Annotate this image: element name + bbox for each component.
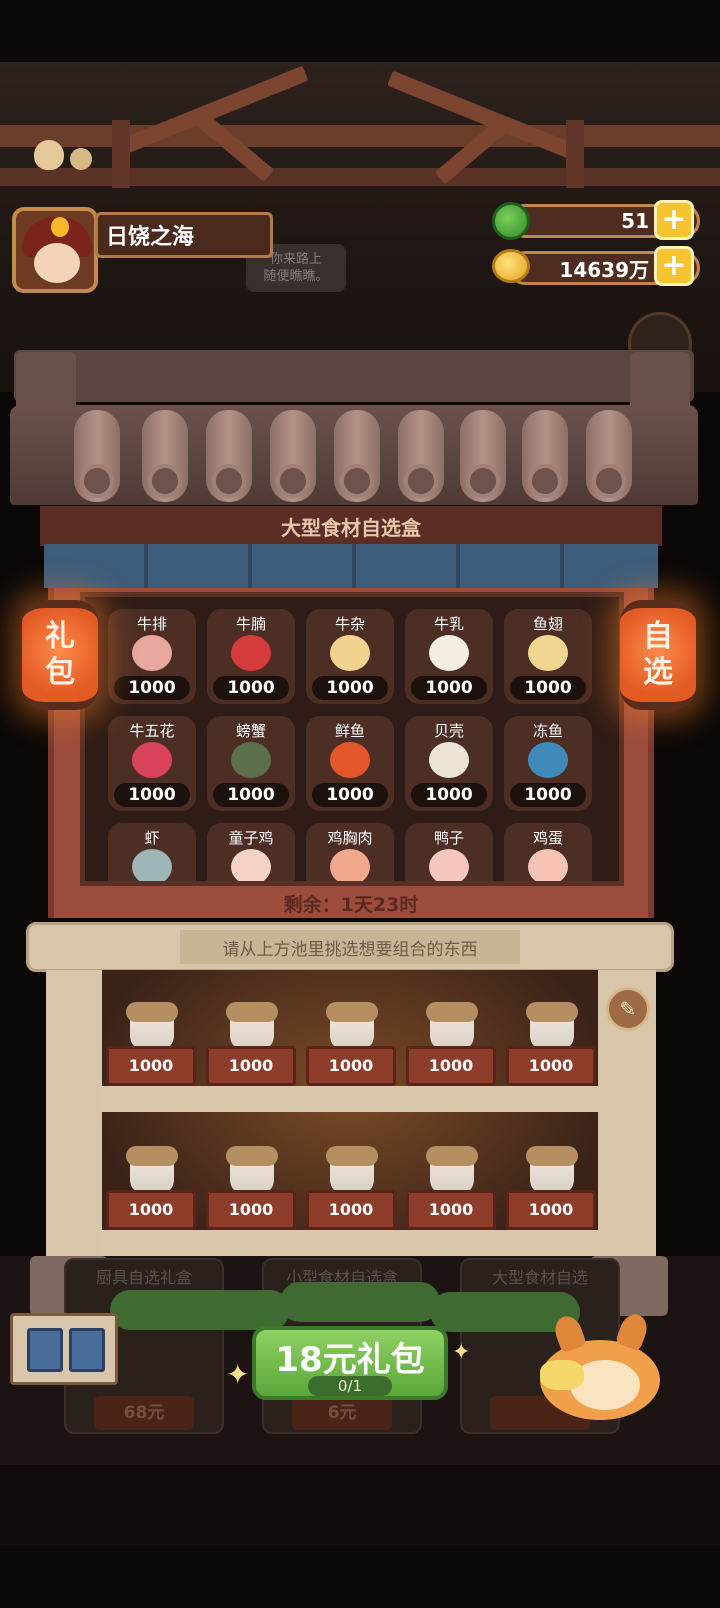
time-remaining: 剩余：1天23时 — [283, 894, 419, 916]
shell-icon — [429, 742, 469, 778]
selected-slot[interactable]: 1000 — [306, 1146, 396, 1230]
selected-slot[interactable]: 1000 — [306, 1002, 396, 1086]
recipe-slot-icon — [69, 1328, 105, 1372]
roof-tile — [334, 410, 380, 502]
clear-broom-button[interactable]: ✎ — [606, 987, 650, 1031]
selected-slot[interactable]: 1000 — [506, 1146, 596, 1230]
roof-tile — [142, 410, 188, 502]
brisket-icon — [231, 635, 271, 671]
broom-icon: ✎ — [619, 997, 637, 1021]
steak-icon — [132, 635, 172, 671]
pork-belly-icon — [132, 742, 172, 778]
roof-tile — [74, 410, 120, 502]
ingredient-item[interactable]: 牛五花 1000 — [108, 716, 196, 811]
sparkle-icon: ✦ — [452, 1340, 471, 1365]
shelf-plank — [100, 1086, 600, 1112]
fish-icon — [330, 742, 370, 778]
player-avatar[interactable] — [12, 207, 98, 293]
jade-icon — [492, 202, 530, 240]
ingredient-item[interactable]: 螃蟹 1000 — [207, 716, 295, 811]
flame-icon — [51, 217, 69, 237]
sparkle-icon: ✦ — [226, 1358, 250, 1391]
mini-item-panel[interactable] — [10, 1313, 118, 1385]
instruction-text: 请从上方池里挑选想要组合的东西 — [180, 930, 520, 964]
roof-beam — [0, 125, 720, 147]
milk-jar-icon — [429, 635, 469, 671]
selected-slot[interactable]: 1000 — [106, 1146, 196, 1230]
bush-decoration — [280, 1282, 440, 1322]
shrimp-icon — [132, 849, 172, 881]
selected-slot[interactable]: 1000 — [406, 1146, 496, 1230]
tripe-icon — [330, 635, 370, 671]
chicks-decoration — [30, 136, 105, 174]
crab-icon — [231, 742, 271, 778]
roof-tile — [460, 410, 506, 502]
selected-slot[interactable]: 1000 — [206, 1146, 296, 1230]
frozen-fish-icon — [528, 742, 568, 778]
roof-tile — [270, 410, 316, 502]
egg-icon — [528, 849, 568, 881]
shelf-frame-left — [46, 970, 102, 1260]
shark-fin-icon — [528, 635, 568, 671]
selected-slot[interactable]: 1000 — [206, 1002, 296, 1086]
coin-amount: 14639万 — [559, 257, 649, 282]
coin-icon — [492, 249, 530, 283]
spring-chicken-icon — [231, 849, 271, 881]
ingredient-item[interactable]: 牛腩 1000 — [207, 609, 295, 704]
roof-post — [112, 120, 130, 188]
ingredient-item[interactable]: 鸭子 1000 — [405, 823, 493, 881]
ingredient-item[interactable]: 牛杂 1000 — [306, 609, 394, 704]
box-title: 大型食材自选盒 — [40, 506, 662, 546]
ingredient-item[interactable]: 虾 1000 — [108, 823, 196, 881]
decor-strip — [44, 544, 658, 588]
add-coin-button[interactable]: + — [654, 246, 694, 286]
roof-ridge — [14, 350, 694, 402]
ingredient-item[interactable]: 牛乳 1000 — [405, 609, 493, 704]
gift-pack-title: 18元礼包 — [275, 1340, 425, 1380]
chicken-breast-icon — [330, 849, 370, 881]
ingredient-pool[interactable]: 牛排 1000 牛腩 1000 牛杂 1000 牛乳 1000 鱼翅 1000 … — [80, 592, 624, 886]
add-jade-button[interactable]: + — [654, 200, 694, 240]
roof-tile — [522, 410, 568, 502]
duck-icon — [429, 849, 469, 881]
roof-post — [566, 120, 584, 188]
self-select-lantern-button[interactable]: 自 选 — [620, 600, 696, 710]
gift-pack-progress: 0/1 — [308, 1376, 392, 1396]
ingredient-item[interactable]: 贝壳 1000 — [405, 716, 493, 811]
bottom-floor — [0, 1465, 720, 1545]
ingredient-item[interactable]: 童子鸡 1000 — [207, 823, 295, 881]
ingredient-item[interactable]: 鲜鱼 1000 — [306, 716, 394, 811]
shelf-plank — [100, 1230, 600, 1256]
ingredient-item[interactable]: 牛排 1000 — [108, 609, 196, 704]
roof-tile — [586, 410, 632, 502]
ingredient-item[interactable]: 鱼翅 1000 — [504, 609, 592, 704]
selected-slot[interactable]: 1000 — [106, 1002, 196, 1086]
jade-amount: 51 — [621, 209, 649, 233]
roof-beam-lower — [0, 168, 720, 186]
bush-decoration — [110, 1290, 290, 1330]
ingredient-item[interactable]: 冻鱼 1000 — [504, 716, 592, 811]
roof-tile — [206, 410, 252, 502]
selected-slot[interactable]: 1000 — [506, 1002, 596, 1086]
selected-slot[interactable]: 1000 — [406, 1002, 496, 1086]
bow-icon — [540, 1360, 584, 1390]
gift-pack-lantern-button[interactable]: 礼 包 — [22, 600, 98, 710]
ingredient-item[interactable]: 鸡胸肉 1000 — [306, 823, 394, 881]
corgi-mascot — [520, 1310, 670, 1420]
player-name: 日饶之海 — [95, 212, 273, 258]
recipe-slot-icon — [27, 1328, 63, 1372]
roof-tile — [398, 410, 444, 502]
ingredient-item[interactable]: 鸡蛋 1000 — [504, 823, 592, 881]
